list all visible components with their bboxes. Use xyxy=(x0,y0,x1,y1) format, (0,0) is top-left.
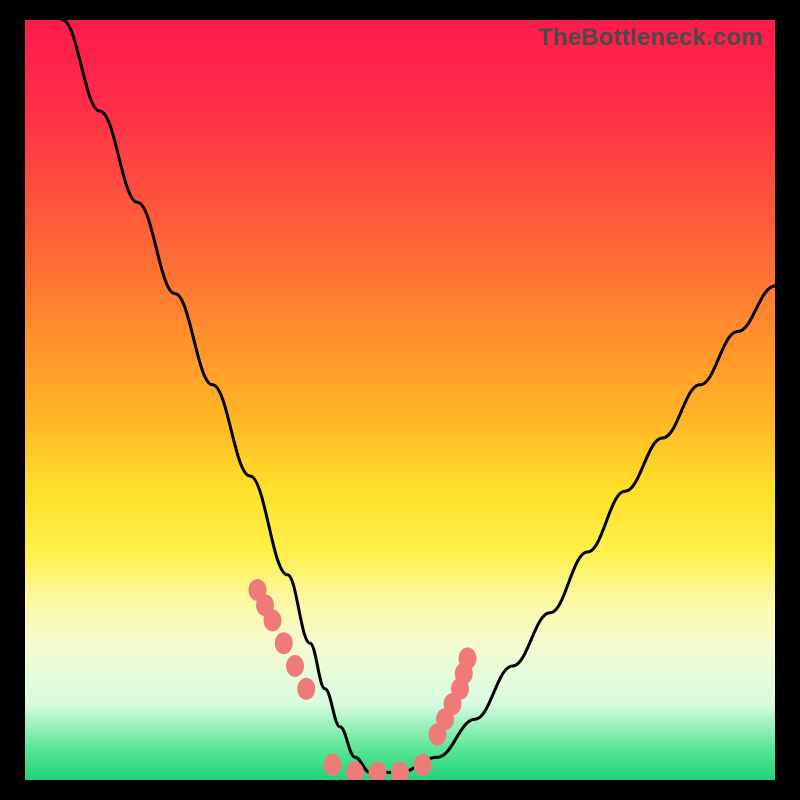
curve-marker xyxy=(459,647,477,669)
curve-marker xyxy=(286,655,304,677)
chart-stage: TheBottleneck.com xyxy=(0,0,800,800)
curve-marker xyxy=(391,761,409,780)
plot-area: TheBottleneck.com xyxy=(25,20,775,780)
curve-svg xyxy=(25,20,775,780)
bottom-border xyxy=(25,786,775,800)
curve-marker xyxy=(369,761,387,780)
curve-marker xyxy=(414,754,432,776)
curve-marker xyxy=(275,632,293,654)
curve-marker xyxy=(297,678,315,700)
bottleneck-curve xyxy=(63,20,776,772)
curve-marker xyxy=(264,609,282,631)
curve-marker xyxy=(324,754,342,776)
bottom-marker-group xyxy=(324,754,432,780)
right-marker-group xyxy=(429,647,477,745)
